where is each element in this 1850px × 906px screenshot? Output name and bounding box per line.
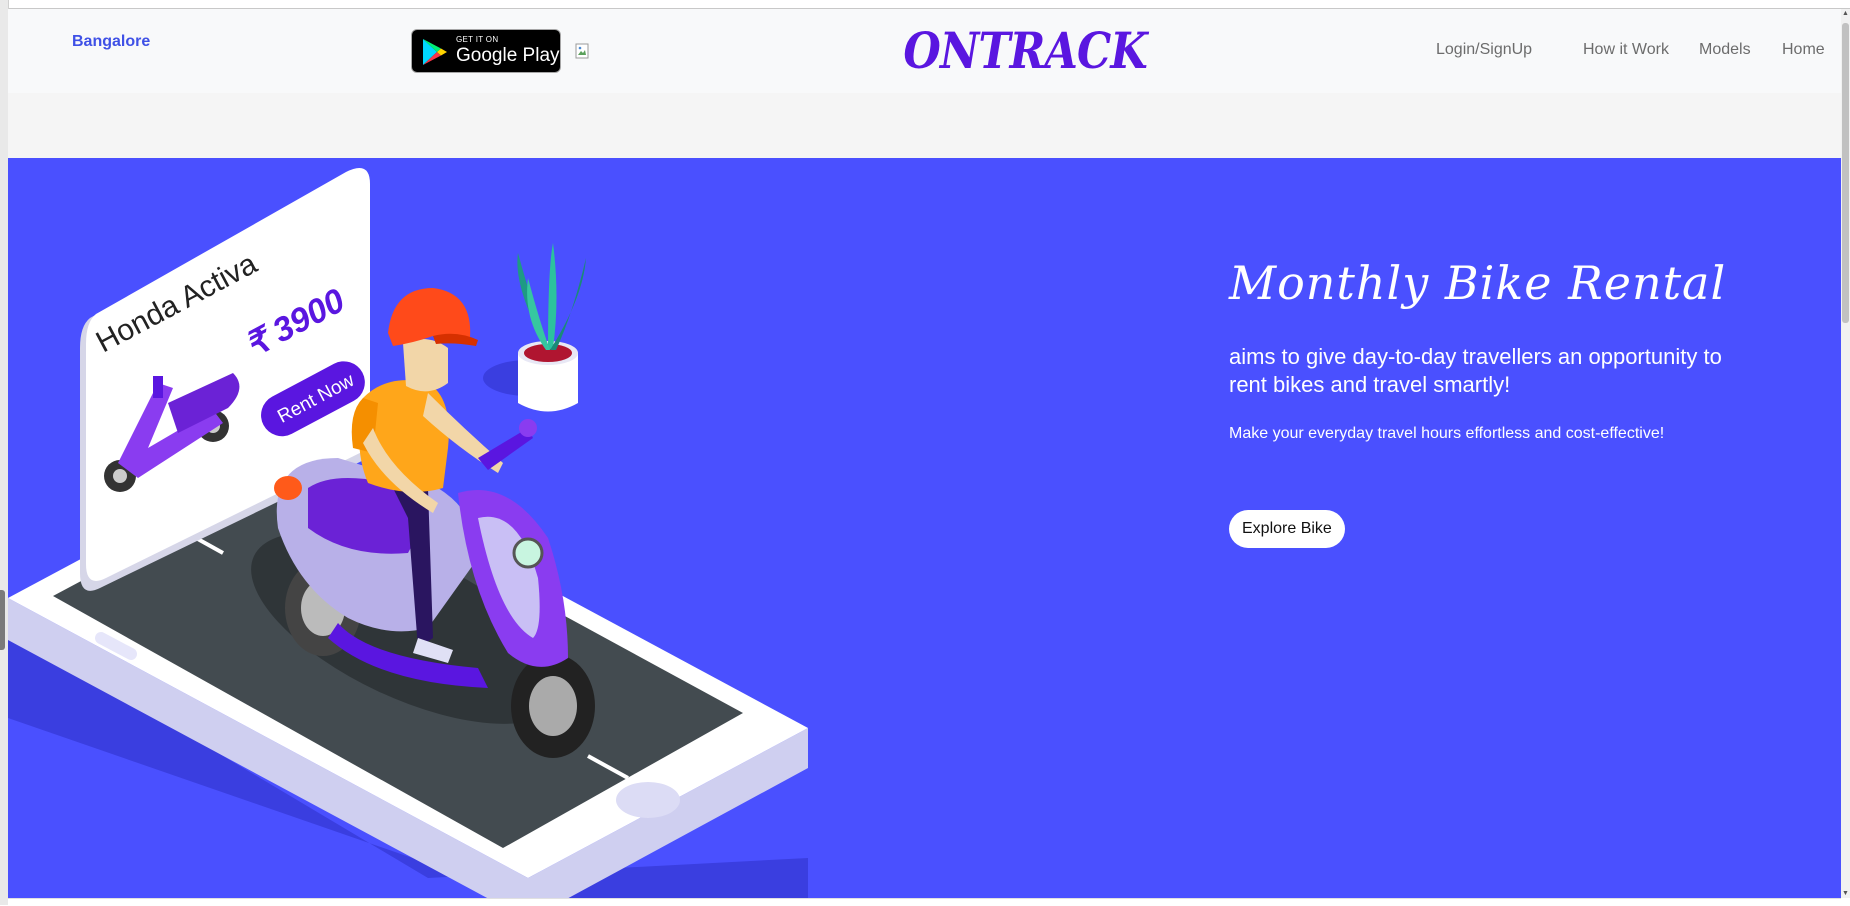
broken-image-icon (575, 43, 589, 59)
nav-how-it-work[interactable]: How it Work (1583, 41, 1669, 59)
google-play-small-text: GET IT ON (456, 35, 499, 44)
hero-title: Monthly Bike Rental (1229, 256, 1727, 310)
brand-logo[interactable]: ONTRACK (903, 21, 1147, 80)
scrollbar-thumb[interactable] (1842, 23, 1849, 323)
header-spacer (8, 93, 1841, 158)
top-navbar: Bangalore GET IT ON Google Play ONTRACK … (8, 9, 1841, 93)
hero-subtitle: aims to give day-to-day travellers an op… (1229, 344, 1722, 397)
google-play-badge[interactable]: GET IT ON Google Play (411, 29, 561, 73)
nav-home[interactable]: Home (1782, 41, 1825, 59)
phone-home-button (616, 782, 680, 818)
page-scrollbar[interactable]: ▲ ▼ (1841, 9, 1850, 898)
nav-models[interactable]: Models (1699, 41, 1751, 59)
explore-bike-button[interactable]: Explore Bike (1229, 510, 1345, 548)
city-selector-link[interactable]: Bangalore (72, 33, 150, 51)
window-top-edge (0, 0, 1850, 9)
google-play-big-text: Google Play (456, 45, 560, 66)
scroll-down-arrow-icon[interactable]: ▼ (1841, 890, 1850, 897)
hero-section: Honda Activa ₹ 3900 Rent Now Monthly Bik… (8, 158, 1841, 898)
potted-plant (483, 243, 586, 412)
scroll-up-arrow-icon[interactable]: ▲ (1841, 10, 1850, 17)
google-play-icon (423, 39, 447, 65)
scooter-rental-illustration: Honda Activa ₹ 3900 Rent Now (8, 168, 808, 898)
window-side-handle[interactable] (0, 590, 5, 650)
hero-description: Make your everyday travel hours effortle… (1229, 425, 1665, 442)
nav-login-signup[interactable]: Login/SignUp (1436, 41, 1532, 59)
